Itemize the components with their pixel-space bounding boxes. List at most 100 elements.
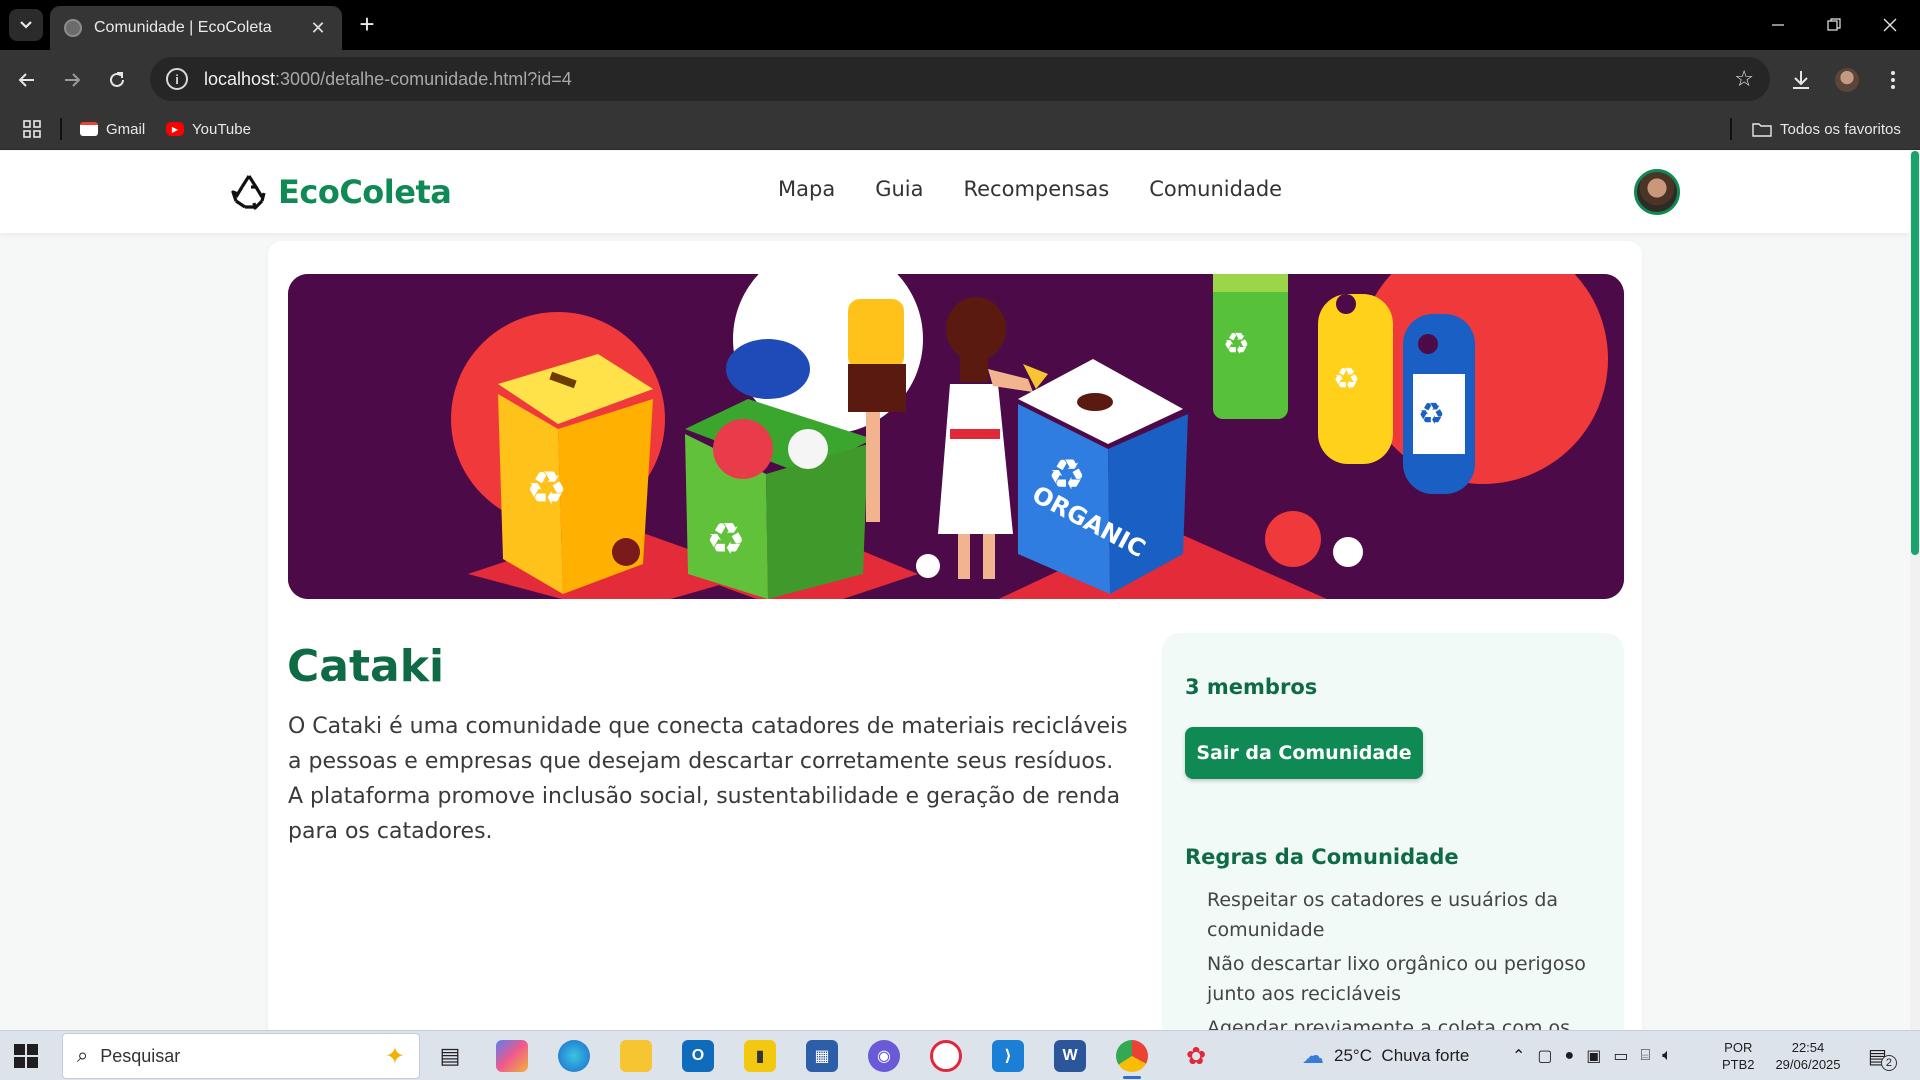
windows-logo-icon xyxy=(14,1057,25,1068)
profile-avatar xyxy=(1835,68,1859,92)
windows-logo-icon xyxy=(27,1057,38,1068)
windows-logo-icon xyxy=(14,1044,25,1055)
site-navbar: EcoColeta Mapa Guia Recompensas Comunida… xyxy=(0,151,1910,233)
new-tab-button[interactable]: + xyxy=(352,10,382,40)
leave-community-button[interactable]: Sair da Comunidade xyxy=(1185,727,1423,779)
bookmarks-divider xyxy=(60,118,62,140)
user-avatar[interactable] xyxy=(1634,169,1680,215)
microphone-icon[interactable]: ● xyxy=(1565,1047,1575,1065)
windows-start-button[interactable] xyxy=(14,1044,38,1068)
rule-item: Agendar previamente a coleta com os xyxy=(1207,1017,1571,1030)
browser-tab[interactable]: Comunidade | EcoColeta ✕ xyxy=(50,6,342,50)
tab-title: Comunidade | EcoColeta xyxy=(94,19,272,36)
svg-text:♻: ♻ xyxy=(526,461,567,515)
windows-taskbar: ⌕ Pesquisar ✦ ▤ O ▮ ▦ ◉ ⟩ W ✿ ☁ 25°C Chu… xyxy=(0,1030,1920,1080)
minimize-icon xyxy=(1772,24,1784,26)
download-icon xyxy=(1793,71,1809,89)
recycle-icon xyxy=(231,175,266,210)
store-icon[interactable]: ▦ xyxy=(806,1040,838,1072)
clock-date: 29/06/2025 xyxy=(1775,1057,1841,1072)
nav-mapa[interactable]: Mapa xyxy=(778,177,835,201)
community-title: Cataki xyxy=(287,641,445,692)
bookmark-youtube[interactable]: ▶ YouTube xyxy=(166,118,251,140)
rule-item: Não descartar lixo orgânico ou perigoso … xyxy=(1207,953,1586,1005)
chevron-down-icon xyxy=(20,21,32,29)
rule-item: Respeitar os catadores e usuários da com… xyxy=(1207,889,1559,941)
back-button[interactable] xyxy=(10,63,44,97)
page-viewport: EcoColeta Mapa Guia Recompensas Comunida… xyxy=(0,151,1910,1030)
reload-icon xyxy=(110,72,124,87)
edge-icon[interactable] xyxy=(558,1040,590,1072)
copilot-icon[interactable] xyxy=(496,1040,528,1072)
bookmark-gmail[interactable]: Gmail xyxy=(80,118,145,140)
opera-icon[interactable] xyxy=(930,1040,962,1072)
nav-guia[interactable]: Guia xyxy=(875,177,923,201)
chevron-up-icon[interactable]: ⌃ xyxy=(1512,1046,1525,1066)
weather-text: 25°C Chuva forte xyxy=(1334,1046,1470,1065)
app-icon[interactable]: ✿ xyxy=(1180,1040,1212,1072)
site-logo[interactable]: EcoColeta xyxy=(228,171,452,213)
gmail-icon xyxy=(80,122,98,136)
reload-button[interactable] xyxy=(100,63,134,97)
downloads-button[interactable] xyxy=(1784,63,1818,97)
url-path: :3000/detalhe-comunidade.html?id=4 xyxy=(275,68,572,89)
notification-count: 2 xyxy=(1880,1055,1897,1071)
tab-search-button[interactable] xyxy=(9,9,43,41)
url-host: localhost xyxy=(204,68,276,89)
weather-widget[interactable]: ☁ 25°C Chuva forte xyxy=(1302,1031,1469,1080)
arrow-right-icon xyxy=(65,73,81,87)
community-description: O Cataki é uma comunidade que conecta ca… xyxy=(288,714,1128,844)
camera-icon[interactable]: ▢ xyxy=(1537,1046,1552,1066)
all-bookmarks-button[interactable]: Todos os favoritos xyxy=(1752,118,1901,140)
profile-button[interactable] xyxy=(1830,63,1864,97)
nav-recompensas[interactable]: Recompensas xyxy=(963,177,1109,201)
restore-icon xyxy=(1827,18,1841,31)
svg-text:♻: ♻ xyxy=(1223,327,1250,362)
active-app-indicator xyxy=(1123,1076,1141,1079)
address-bar[interactable]: i localhost:3000/detalhe-comunidade.html… xyxy=(150,57,1770,101)
volume-icon[interactable]: 🔈︎ xyxy=(1662,1047,1672,1065)
site-info-icon[interactable]: i xyxy=(166,68,188,90)
word-icon[interactable]: W xyxy=(1054,1040,1086,1072)
network-icon[interactable]: ⌸ xyxy=(1640,1047,1650,1065)
taskbar-search[interactable]: ⌕ Pesquisar ✦ xyxy=(62,1033,420,1079)
brand-name: EcoColeta xyxy=(278,173,452,211)
notifications-button[interactable]: ▤ 2 xyxy=(1868,1031,1897,1080)
close-window-button[interactable] xyxy=(1862,0,1918,50)
close-tab-icon[interactable]: ✕ xyxy=(308,18,328,39)
rules-list: Respeitar os catadores e usuários da com… xyxy=(1207,885,1587,1030)
display-icon[interactable]: ▣ xyxy=(1586,1046,1601,1066)
powerbi-icon[interactable]: ▮ xyxy=(744,1040,776,1072)
bookmark-star-icon[interactable]: ☆ xyxy=(1734,66,1754,92)
outlook-icon[interactable]: O xyxy=(682,1040,714,1072)
clock-time: 22:54 xyxy=(1791,1040,1825,1055)
forward-button[interactable] xyxy=(55,63,89,97)
menu-button[interactable] xyxy=(1876,63,1910,97)
apps-button[interactable] xyxy=(22,118,42,140)
language-indicator[interactable]: POR PTB2 xyxy=(1722,1031,1755,1080)
bookmark-gmail-label: Gmail xyxy=(106,120,146,138)
restore-button[interactable] xyxy=(1806,0,1862,50)
community-sidebar: 3 membros Sair da Comunidade Regras da C… xyxy=(1162,633,1624,1030)
vscode-icon[interactable]: ⟩ xyxy=(992,1040,1024,1072)
battery-icon[interactable]: ▭ xyxy=(1613,1046,1628,1066)
rain-cloud-icon: ☁ xyxy=(1302,1043,1324,1068)
browser-tab-bar: Comunidade | EcoColeta ✕ + xyxy=(0,0,1920,50)
youtube-icon: ▶ xyxy=(166,122,184,136)
sparkle-icon: ✦ xyxy=(384,1043,405,1070)
svg-text:♻: ♻ xyxy=(706,514,745,565)
search-icon: ⌕ xyxy=(77,1044,89,1067)
chrome-icon[interactable] xyxy=(1116,1040,1148,1072)
discord-icon[interactable]: ◉ xyxy=(868,1040,900,1072)
nav-comunidade[interactable]: Comunidade xyxy=(1149,177,1282,201)
svg-text:♻: ♻ xyxy=(1333,362,1360,397)
minimize-button[interactable] xyxy=(1750,0,1806,50)
close-icon xyxy=(1883,18,1897,32)
community-banner: ♻ ♻ ♻ ORGANIC ♻ ♻ ♻ xyxy=(288,274,1624,599)
clock[interactable]: 22:54 29/06/2025 xyxy=(1770,1031,1846,1080)
scrollbar-thumb[interactable] xyxy=(1911,151,1919,555)
file-explorer-icon[interactable] xyxy=(620,1040,652,1072)
task-view-icon[interactable]: ▤ xyxy=(434,1040,466,1072)
page-scrollbar[interactable] xyxy=(1910,151,1920,1030)
windows-logo-icon xyxy=(27,1044,38,1055)
